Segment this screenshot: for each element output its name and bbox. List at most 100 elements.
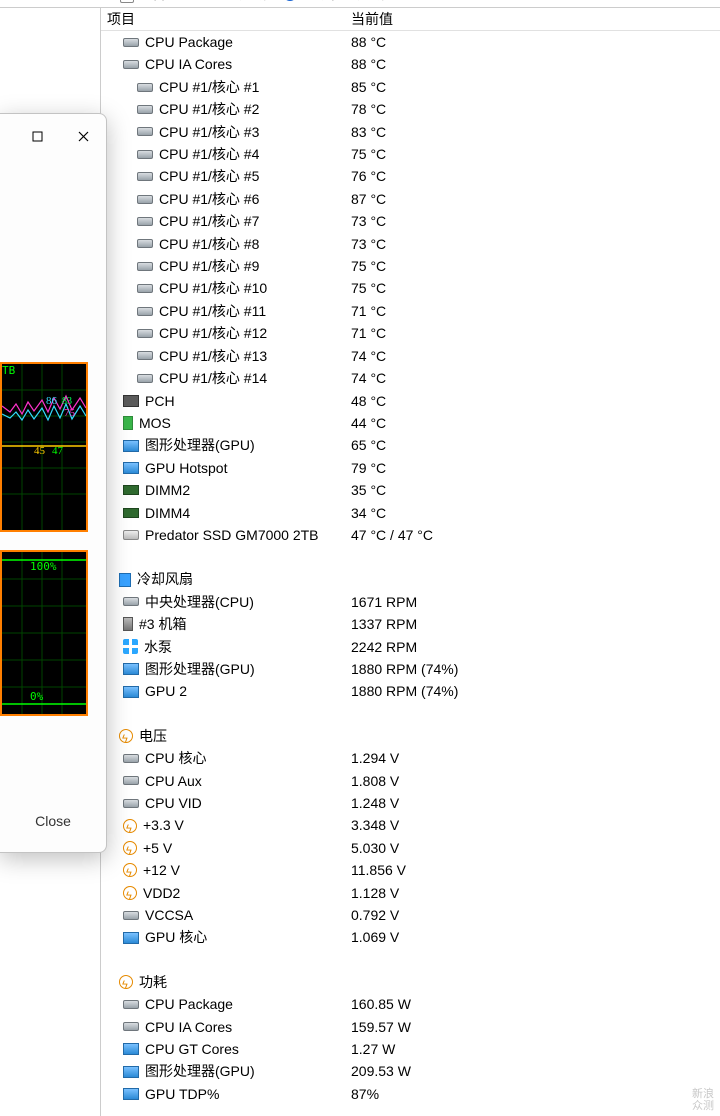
fans-label: GPU 2 [145,680,187,702]
volts-row[interactable]: GPU 核心1.069 V [101,926,720,948]
bolt-icon [119,975,133,989]
volts-row[interactable]: VDD21.128 V [101,882,720,904]
temps-row[interactable]: CPU #1/核心 #1474 °C [101,367,720,389]
fans-row[interactable]: 图形处理器(GPU)1880 RPM (74%) [101,658,720,680]
temps-label: CPU #1/核心 #11 [159,300,266,322]
fans-row[interactable]: GPU 2 1880 RPM (74%) [101,680,720,702]
chip-icon [137,329,153,338]
power-row[interactable]: GPU TDP%87% [101,1083,720,1105]
column-header-name[interactable]: 项目 [101,8,351,30]
chip-icon [137,351,153,360]
temps-row[interactable]: CPU #1/核心 #576 °C [101,165,720,187]
volts-value: 1.128 V [351,882,720,904]
temps-value: 73 °C [351,233,720,255]
power-value: 1.27 W [351,1038,720,1060]
volts-label: CPU Aux [145,770,202,792]
volts-row[interactable]: +12 V11.856 V [101,859,720,881]
temps-row[interactable]: Predator SSD GM7000 2TB47 °C / 47 °C [101,524,720,546]
volts-label: VCCSA [145,904,193,926]
volts-row[interactable]: CPU Aux1.808 V [101,770,720,792]
maximize-button[interactable] [14,119,60,153]
chip-icon [137,284,153,293]
temps-row[interactable]: MOS44 °C [101,412,720,434]
blank-row [101,949,720,971]
fans-label: #3 机箱 [139,613,186,635]
temps-row[interactable]: CPU #1/核心 #1374 °C [101,345,720,367]
chip-icon [137,105,153,114]
power-label: CPU IA Cores [145,1016,232,1038]
toolbar-bios-update[interactable]: BIOS 更新 [182,0,267,4]
temps-row[interactable]: CPU #1/核心 #1271 °C [101,322,720,344]
temps-label: Predator SSD GM7000 2TB [145,524,319,546]
temps-row[interactable]: CPU #1/核心 #975 °C [101,255,720,277]
close-button[interactable]: Close [18,806,88,836]
column-header-value[interactable]: 当前值 [351,8,720,30]
temps-label: CPU #1/核心 #12 [159,322,267,344]
volts-value: 1.069 V [351,926,720,948]
section-voltage[interactable]: 电压 [101,725,720,747]
temps-row[interactable]: CPU #1/核心 #278 °C [101,98,720,120]
temps-row[interactable]: CPU #1/核心 #383 °C [101,121,720,143]
temps-label: CPU #1/核心 #3 [159,121,259,143]
chip-icon [123,1000,139,1009]
temps-value: 75 °C [351,143,720,165]
window-close-button[interactable] [60,119,106,153]
temps-row[interactable]: DIMM434 °C [101,502,720,524]
chip-icon [123,1022,139,1031]
mos-icon [123,416,133,430]
graph-label-86: 86 [46,395,58,407]
temps-value: 79 °C [351,457,720,479]
volts-row[interactable]: +5 V5.030 V [101,837,720,859]
fans-row[interactable]: 水泵2242 RPM [101,636,720,658]
power-row[interactable]: 图形处理器(GPU)209.53 W [101,1060,720,1082]
temps-row[interactable]: CPU #1/核心 #1075 °C [101,277,720,299]
volts-row[interactable]: CPU VID1.248 V [101,792,720,814]
volts-row[interactable]: VCCSA0.792 V [101,904,720,926]
temps-label: CPU #1/核心 #6 [159,188,259,210]
temps-label: MOS [139,412,171,434]
section-power-label: 功耗 [139,971,167,993]
power-row[interactable]: CPU IA Cores159.57 W [101,1016,720,1038]
gpu-icon [123,440,139,452]
temps-row[interactable]: CPU #1/核心 #873 °C [101,233,720,255]
sensor-table[interactable]: 项目 当前值 CPU Package88 °CCPU IA Cores88 °C… [100,8,720,1116]
temps-value: 71 °C [351,300,720,322]
volts-row[interactable]: +3.3 V3.348 V [101,814,720,836]
fans-value: 1880 RPM (74%) [351,680,720,702]
fans-row[interactable]: 中央处理器(CPU)1671 RPM [101,591,720,613]
dimm-icon [123,508,139,518]
section-fans[interactable]: 冷却风扇 [101,568,720,590]
temps-row[interactable]: CPU #1/核心 #11 71 °C [101,300,720,322]
power-row[interactable]: CPU Package160.85 W [101,993,720,1015]
temps-row[interactable]: CPU #1/核心 #773 °C [101,210,720,232]
temps-row[interactable]: CPU Package88 °C [101,31,720,53]
volts-label: CPU 核心 [145,747,206,769]
temps-row[interactable]: GPU Hotspot79 °C [101,457,720,479]
graph-label-45: 45 [34,445,46,457]
gpu-icon [123,932,139,944]
toolbar-driver-update[interactable]: 驱动程序更新 [283,0,385,4]
dimm-icon [123,485,139,495]
fans-row[interactable]: #3 机箱1337 RPM [101,613,720,635]
toolbar-report[interactable]: 报告 [120,0,166,4]
power-row[interactable]: CPU GT Cores1.27 W [101,1038,720,1060]
temps-row[interactable]: 图形处理器(GPU)65 °C [101,434,720,456]
temps-row[interactable]: CPU #1/核心 #475 °C [101,143,720,165]
window-caption [0,114,106,158]
chip-icon [123,776,139,785]
temps-row[interactable]: CPU IA Cores88 °C [101,53,720,75]
temps-row[interactable]: CPU #1/核心 #185 °C [101,76,720,98]
temps-row[interactable]: CPU #1/核心 #687 °C [101,188,720,210]
gpu-icon [123,663,139,675]
section-power[interactable]: 功耗 [101,971,720,993]
chip-icon [123,597,139,606]
fanclip-icon [119,573,131,587]
section-voltage-label: 电压 [139,725,167,747]
volts-row[interactable]: CPU 核心1.294 V [101,747,720,769]
temps-row[interactable]: DIMM235 °C [101,479,720,501]
bolt-icon [123,819,137,833]
toolbar-report-label: 报告 [138,0,166,4]
power-value: 160.85 W [351,993,720,1015]
power-label: 图形处理器(GPU) [145,1060,255,1082]
temps-row[interactable]: PCH48 °C [101,390,720,412]
